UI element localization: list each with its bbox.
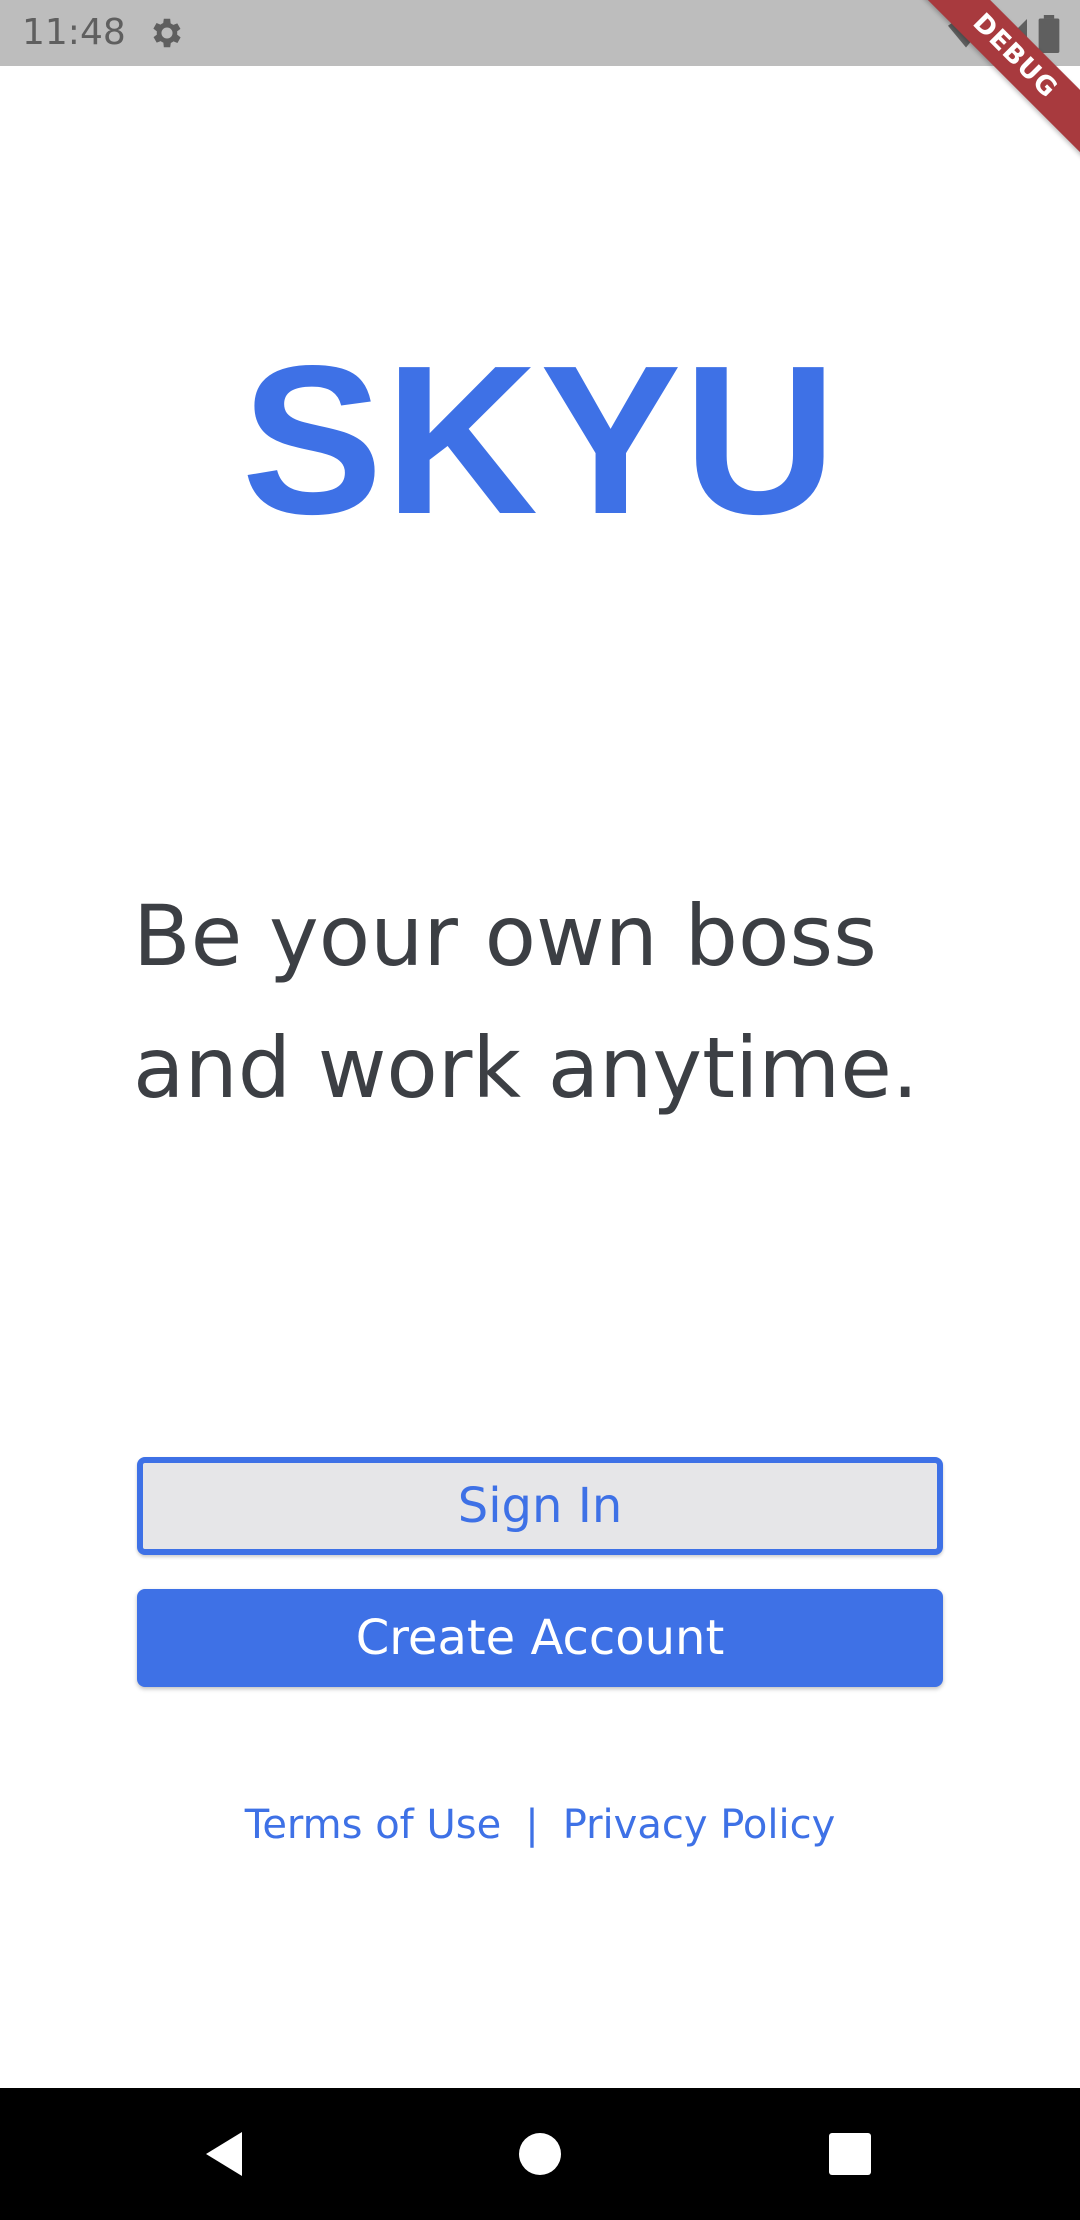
settings-gear-icon [153,18,181,48]
home-icon[interactable] [510,2124,570,2184]
sign-in-button[interactable]: Sign In [137,1457,943,1555]
links-separator: | [525,1802,539,1848]
recents-icon[interactable] [820,2124,880,2184]
privacy-policy-link[interactable]: Privacy Policy [563,1802,836,1848]
legal-links: Terms of Use | Privacy Policy [0,1797,1080,1853]
tagline: Be your own boss and work anytime. [133,870,1013,1134]
back-icon[interactable] [196,2124,256,2184]
app-logo: SKYU [241,321,839,558]
welcome-screen: 11:48 DEBUG SKYU Be your own boss and wo… [0,0,1080,2220]
system-nav-bar [0,2088,1080,2220]
tagline-line-2: and work anytime. [133,1019,919,1117]
terms-of-use-link[interactable]: Terms of Use [245,1802,502,1848]
status-time: 11:48 [22,12,126,53]
status-bar: 11:48 [0,0,1080,66]
tagline-line-1: Be your own boss [133,887,877,985]
battery-icon [1038,15,1060,53]
create-account-button[interactable]: Create Account [137,1589,943,1687]
